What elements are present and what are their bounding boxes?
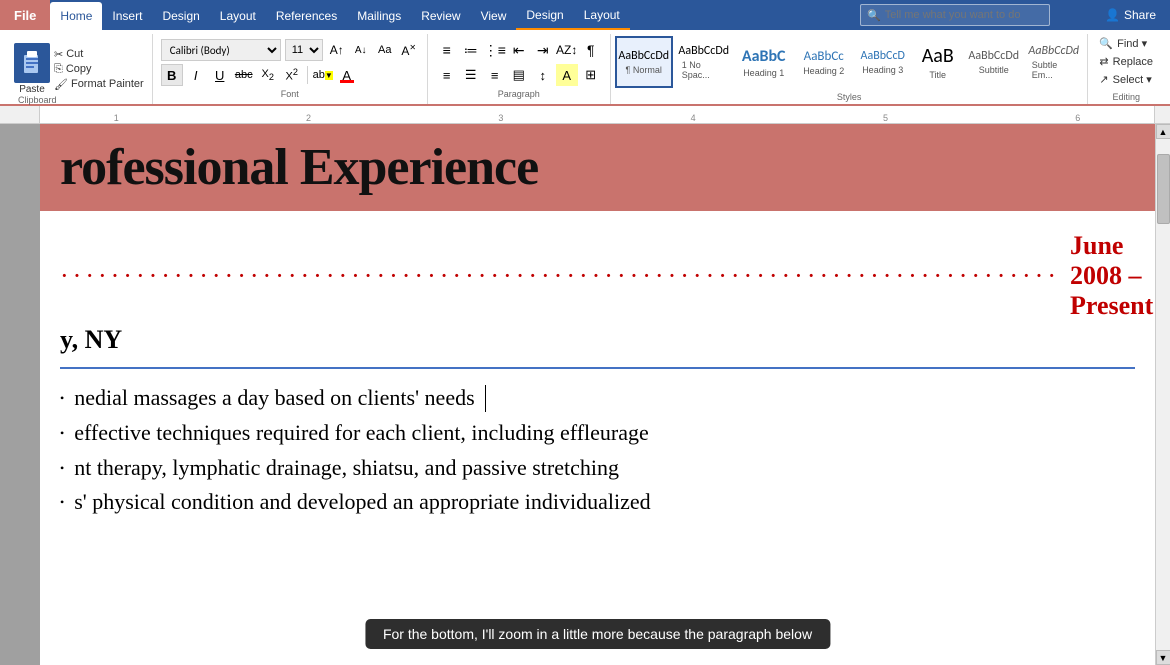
font-color-button[interactable]: A: [336, 64, 358, 86]
style-subtle-emphasis[interactable]: AaBbCcDd Subtle Em...: [1025, 36, 1083, 88]
copy-button[interactable]: ⎘ Copy: [54, 63, 144, 76]
paragraph-group: ≡ ≔ ⋮≡ ⇤ ⇥ AZ↕ ¶ ≡ ☰ ≡ ▤ ↕ A ⊞ Paragraph: [428, 34, 611, 104]
align-center-button[interactable]: ☰: [460, 64, 482, 86]
numbering-button[interactable]: ≔: [460, 39, 482, 61]
align-left-button[interactable]: ≡: [436, 64, 458, 86]
change-case-button[interactable]: Aa: [375, 40, 395, 60]
styles-group: AaBbCcDd ¶ Normal AaBbCcDd 1 No Spac... …: [611, 34, 1089, 104]
tab-review[interactable]: Review: [411, 2, 470, 30]
ruler: 1 2 3 4 5 6: [0, 106, 1170, 124]
style-normal[interactable]: AaBbCcDd ¶ Normal: [615, 36, 673, 88]
ribbon-tabs: Home Insert Design Layout References Mai…: [50, 0, 629, 30]
bullets-button[interactable]: ≡: [436, 39, 458, 61]
clipboard-group: Paste ✂ Cut ⎘ Copy 🖌 Format Painter Clip…: [6, 34, 153, 104]
bullet-item-1: • nedial massages a day based on clients…: [60, 383, 1135, 414]
editing-group: 🔍 Find ▾ ⇄ Replace ↗ Select ▾ Editing: [1088, 34, 1164, 104]
tab-view[interactable]: View: [471, 2, 517, 30]
paste-icon: [21, 49, 43, 77]
share-button[interactable]: 👤 Share: [1091, 0, 1170, 30]
multilevel-button[interactable]: ⋮≡: [484, 39, 506, 61]
tab-design2[interactable]: Design: [516, 2, 573, 30]
replace-button[interactable]: ⇄ Replace: [1096, 54, 1156, 69]
tell-me-input[interactable]: [885, 9, 1043, 21]
document-page: rofessional Experience ·················…: [40, 124, 1155, 665]
show-marks-button[interactable]: ¶: [580, 39, 602, 61]
date-line: ········································…: [40, 231, 1155, 321]
font-group: Calibri (Body) 11 A↑ A↓ Aa A✕ B I U abc …: [153, 34, 428, 104]
cut-button[interactable]: ✂ Cut: [54, 48, 144, 61]
tell-me-box[interactable]: 🔍: [860, 4, 1050, 26]
tab-layout2[interactable]: Layout: [574, 2, 630, 30]
font-group-label: Font: [161, 89, 419, 99]
right-scrollbar[interactable]: ▲ ▼: [1155, 124, 1170, 665]
style-heading2[interactable]: AaBbCc Heading 2: [795, 36, 853, 88]
borders-button[interactable]: ⊞: [580, 64, 602, 86]
increase-indent-button[interactable]: ⇥: [532, 39, 554, 61]
scroll-thumb[interactable]: [1157, 154, 1170, 224]
bullet-item-2: • effective techniques required for each…: [60, 418, 1135, 449]
heading-text: rofessional Experience: [60, 139, 538, 196]
sort-button[interactable]: AZ↕: [556, 39, 578, 61]
search-icon: 🔍: [867, 9, 881, 22]
underline-button[interactable]: U: [209, 64, 231, 86]
styles-group-label: Styles: [615, 92, 1084, 102]
find-button[interactable]: 🔍 Find ▾: [1096, 36, 1156, 51]
style-subtitle[interactable]: AaBbCcDd Subtitle: [965, 36, 1023, 88]
subscript-button[interactable]: X2: [257, 64, 279, 86]
ribbon-body: Paste ✂ Cut ⎘ Copy 🖌 Format Painter Clip…: [0, 30, 1170, 106]
bullet-item-4: • s' physical condition and developed an…: [60, 487, 1135, 518]
text-highlight-button[interactable]: ab▼: [312, 64, 334, 86]
strikethrough-button[interactable]: abc: [233, 64, 255, 86]
align-right-button[interactable]: ≡: [484, 64, 506, 86]
editing-group-label: Editing: [1096, 92, 1156, 102]
file-tab[interactable]: File: [0, 0, 50, 30]
tab-insert[interactable]: Insert: [102, 2, 152, 30]
tab-design[interactable]: Design: [152, 2, 209, 30]
bold-button[interactable]: B: [161, 64, 183, 86]
left-margin-bar: [0, 124, 40, 665]
shading-button[interactable]: A: [556, 64, 578, 86]
paste-button[interactable]: Paste: [14, 43, 50, 95]
scroll-track[interactable]: [1156, 139, 1170, 650]
clear-formatting-button[interactable]: A✕: [399, 40, 419, 60]
paste-label: Paste: [19, 84, 45, 95]
font-shrink-button[interactable]: A↓: [351, 40, 371, 60]
style-no-spacing[interactable]: AaBbCcDd 1 No Spac...: [675, 36, 733, 88]
tab-mailings[interactable]: Mailings: [347, 2, 411, 30]
style-title[interactable]: AaB Title: [913, 36, 963, 88]
share-icon: 👤: [1105, 8, 1120, 22]
heading-bar: rofessional Experience: [40, 124, 1155, 211]
justify-button[interactable]: ▤: [508, 64, 530, 86]
date-text: June 2008 – Present: [1070, 231, 1153, 321]
font-size-select[interactable]: 11: [285, 39, 323, 61]
style-heading1[interactable]: AaBbC Heading 1: [735, 36, 793, 88]
font-grow-button[interactable]: A↑: [327, 40, 347, 60]
line-spacing-button[interactable]: ↕: [532, 64, 554, 86]
select-button[interactable]: ↗ Select ▾: [1096, 72, 1156, 87]
tab-layout[interactable]: Layout: [210, 2, 266, 30]
italic-button[interactable]: I: [185, 64, 207, 86]
tooltip: For the bottom, I'll zoom in a little mo…: [365, 619, 830, 649]
scroll-down-button[interactable]: ▼: [1156, 650, 1170, 665]
clipboard-label: Clipboard: [18, 95, 57, 105]
location-text: y, NY: [40, 321, 1155, 359]
style-heading3[interactable]: AaBbCcD Heading 3: [855, 36, 911, 88]
superscript-button[interactable]: X2: [281, 64, 303, 86]
font-name-select[interactable]: Calibri (Body): [161, 39, 281, 61]
tab-references[interactable]: References: [266, 2, 347, 30]
bullet-area: • nedial massages a day based on clients…: [40, 377, 1155, 524]
scroll-up-button[interactable]: ▲: [1156, 124, 1170, 139]
bullet-item-3: • nt therapy, lymphatic drainage, shiats…: [60, 453, 1135, 484]
format-painter-button[interactable]: 🖌 Format Painter: [54, 78, 144, 91]
paragraph-group-label: Paragraph: [436, 89, 602, 99]
decrease-indent-button[interactable]: ⇤: [508, 39, 530, 61]
tab-home[interactable]: Home: [50, 2, 102, 30]
